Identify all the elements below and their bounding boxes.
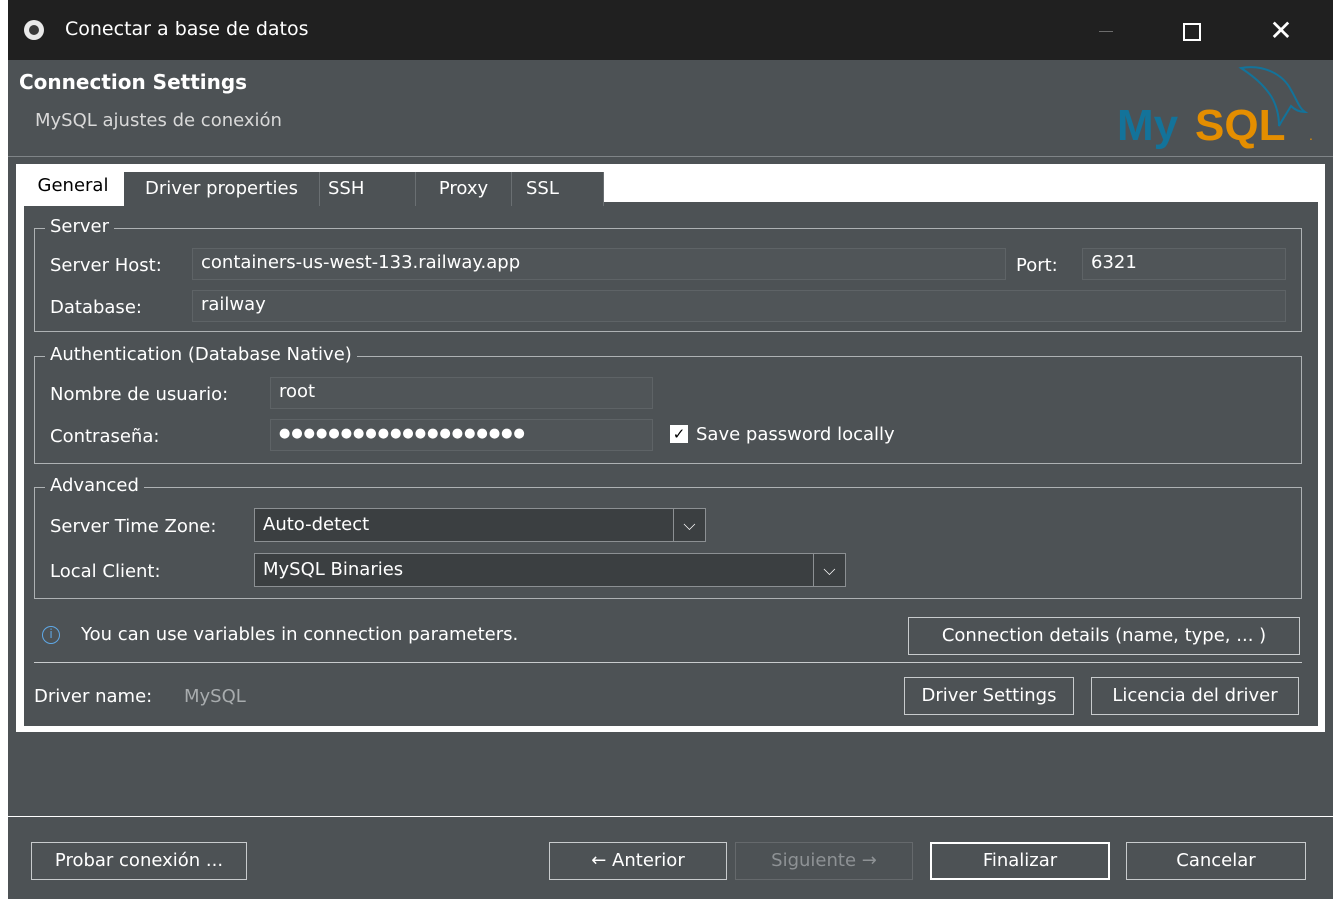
driver-divider — [34, 662, 1302, 663]
tab-driver-properties[interactable]: Driver properties — [124, 172, 320, 206]
authentication-legend: Authentication (Database Native) — [45, 343, 357, 367]
tab-proxy[interactable]: Proxy — [416, 172, 512, 206]
server-host-label: Server Host: — [50, 255, 162, 276]
driver-settings-button[interactable]: Driver Settings — [904, 677, 1074, 715]
port-label: Port: — [1016, 255, 1058, 276]
tab-general[interactable]: General — [22, 169, 124, 206]
close-button[interactable]: ✕ — [1258, 12, 1304, 50]
password-input[interactable]: ●●●●●●●●●●●●●●●●●●●● — [270, 419, 653, 451]
timezone-value: Auto-detect — [263, 514, 370, 535]
timezone-label: Server Time Zone: — [50, 516, 217, 537]
chevron-down-icon: ⌵ — [813, 554, 845, 586]
next-button[interactable]: Siguiente → — [735, 842, 913, 880]
driver-name-label: Driver name: — [34, 686, 153, 707]
username-input[interactable]: root — [270, 377, 653, 409]
back-button[interactable]: ← Anterior — [549, 842, 727, 880]
save-password-checkbox[interactable]: ✓ — [670, 425, 688, 443]
window-title: Conectar a base de datos — [65, 18, 309, 40]
driver-name-value: MySQL — [184, 686, 246, 707]
title-bar: Conectar a base de datos ✕ — [8, 0, 1333, 60]
chevron-down-icon: ⌵ — [673, 509, 705, 541]
timezone-select[interactable]: Auto-detect ⌵ — [254, 508, 706, 542]
username-label: Nombre de usuario: — [50, 384, 229, 405]
advanced-legend: Advanced — [45, 474, 144, 498]
svg-text:SQL: SQL — [1195, 101, 1285, 150]
page-title: Connection Settings — [19, 70, 248, 94]
dialog-window: Conectar a base de datos ✕ Connection Se… — [8, 0, 1333, 899]
variables-info-text: You can use variables in connection para… — [81, 624, 519, 645]
local-client-label: Local Client: — [50, 561, 161, 582]
local-client-select[interactable]: MySQL Binaries ⌵ — [254, 553, 846, 587]
header-divider — [8, 156, 1333, 157]
svg-text:.: . — [1309, 127, 1313, 143]
database-label: Database: — [50, 297, 142, 318]
port-input[interactable]: 6321 — [1082, 248, 1286, 280]
page-subtitle: MySQL ajustes de conexión — [35, 110, 282, 131]
server-host-input[interactable]: containers-us-west-133.railway.app — [192, 248, 1006, 280]
minimize-button[interactable] — [1083, 12, 1129, 50]
driver-license-button[interactable]: Licencia del driver — [1091, 677, 1299, 715]
dbeaver-app-icon — [24, 20, 44, 40]
info-icon: i — [42, 626, 60, 644]
mysql-logo: My SQL . — [1117, 66, 1313, 150]
save-password-label: Save password locally — [696, 424, 895, 445]
maximize-button[interactable] — [1168, 12, 1214, 50]
authentication-group: Authentication (Database Native) — [34, 343, 1302, 464]
tab-ssh[interactable]: SSH — [320, 172, 416, 206]
finish-button[interactable]: Finalizar — [930, 842, 1110, 880]
local-client-value: MySQL Binaries — [263, 559, 404, 580]
svg-text:My: My — [1117, 101, 1179, 150]
test-connection-button[interactable]: Probar conexión ... — [31, 842, 247, 880]
cancel-button[interactable]: Cancelar — [1126, 842, 1306, 880]
server-legend: Server — [45, 215, 115, 239]
footer-divider — [8, 816, 1333, 817]
database-input[interactable]: railway — [192, 290, 1286, 322]
password-label: Contraseña: — [50, 426, 160, 447]
tab-ssl[interactable]: SSL — [512, 172, 604, 206]
connection-details-button[interactable]: Connection details (name, type, ... ) — [908, 617, 1300, 655]
